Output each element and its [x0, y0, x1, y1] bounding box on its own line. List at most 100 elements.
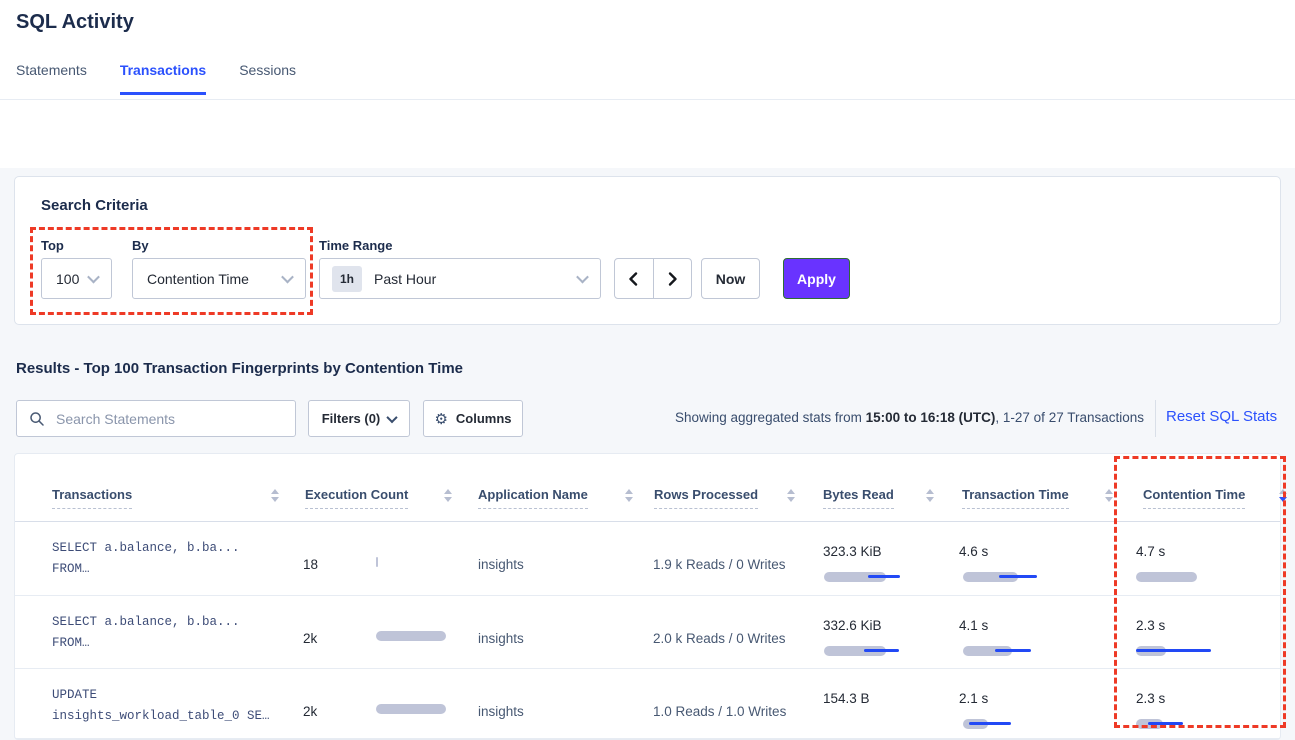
- chevron-down-icon: [87, 271, 100, 284]
- stats-suffix: , 1-27 of 27 Transactions: [995, 410, 1144, 425]
- contention-time-bar: [1136, 719, 1226, 729]
- transaction-time-value: 2.1 s: [959, 691, 988, 706]
- time-range-value: Past Hour: [374, 271, 436, 287]
- time-range-badge: 1h: [332, 266, 362, 292]
- search-criteria-card: Search Criteria Top 100 By Contention Ti…: [14, 176, 1281, 325]
- by-select-value: Contention Time: [133, 271, 249, 287]
- application-name: insights: [478, 704, 524, 719]
- bytes-read-bar: [824, 719, 914, 729]
- table-bottom-divider: [15, 738, 1280, 739]
- table-row[interactable]: SELECT a.balance, b.ba... FROM… 2k insig…: [15, 595, 1280, 669]
- vertical-divider: [1155, 400, 1156, 437]
- application-name: insights: [478, 631, 524, 646]
- execution-count: 2k: [303, 631, 317, 646]
- query-fingerprint: SELECT a.balance, b.ba...: [52, 541, 240, 555]
- rows-processed: 1.9 k Reads / 0 Writes: [653, 557, 786, 572]
- column-header-transactions[interactable]: Transactions: [52, 487, 132, 509]
- sort-icon[interactable]: [926, 489, 936, 502]
- columns-button[interactable]: ⚙ Columns: [423, 400, 523, 437]
- bytes-read-bar: [824, 646, 914, 656]
- page-title: SQL Activity: [16, 11, 134, 34]
- search-criteria-heading: Search Criteria: [41, 197, 148, 214]
- sort-icon[interactable]: [444, 489, 454, 502]
- column-header-bytes-read[interactable]: Bytes Read: [823, 487, 894, 509]
- sql-activity-page: SQL Activity Statements Transactions Ses…: [0, 0, 1295, 740]
- by-select[interactable]: Contention Time: [132, 258, 306, 299]
- transaction-time-bar: [963, 719, 1053, 729]
- contention-time-value: 2.3 s: [1136, 618, 1165, 633]
- by-label: By: [132, 238, 149, 253]
- execution-count-bar: [376, 557, 378, 567]
- application-name: insights: [478, 557, 524, 572]
- columns-label: Columns: [456, 411, 512, 426]
- column-header-transaction-time[interactable]: Transaction Time: [962, 487, 1069, 509]
- sort-icon[interactable]: [787, 489, 797, 502]
- transactions-table: Transactions Execution Count Application…: [14, 453, 1281, 740]
- time-next-button[interactable]: [654, 259, 692, 298]
- gear-icon: ⚙: [434, 410, 447, 428]
- search-statements-box: [16, 400, 296, 437]
- filters-label: Filters (0): [322, 411, 381, 426]
- column-header-contention-time[interactable]: Contention Time: [1143, 487, 1245, 509]
- bytes-read-value: 332.6 KiB: [823, 618, 882, 633]
- apply-button[interactable]: Apply: [783, 258, 850, 299]
- rows-processed: 1.0 Reads / 1.0 Writes: [653, 704, 786, 719]
- column-header-application-name[interactable]: Application Name: [478, 487, 588, 509]
- time-range-select[interactable]: 1h Past Hour: [319, 258, 601, 299]
- transaction-time-bar: [963, 572, 1053, 582]
- sort-icon[interactable]: [271, 489, 281, 502]
- top-select[interactable]: 100: [41, 258, 112, 299]
- contention-time-bar: [1136, 646, 1226, 656]
- query-fingerprint: UPDATE: [52, 688, 97, 702]
- view-toggle-bar: Transaction Fingerprints Active Executio…: [0, 100, 1295, 168]
- contention-time-value: 4.7 s: [1136, 544, 1165, 559]
- sort-icon[interactable]: [1105, 489, 1115, 502]
- execution-count-bar: [376, 631, 446, 641]
- rows-processed: 2.0 k Reads / 0 Writes: [653, 631, 786, 646]
- transaction-time-bar: [963, 646, 1053, 656]
- sort-icon-active-desc[interactable]: [1279, 489, 1289, 502]
- query-fingerprint: FROM…: [52, 562, 90, 576]
- time-prev-button[interactable]: [615, 259, 654, 298]
- filters-button[interactable]: Filters (0): [308, 400, 410, 437]
- query-fingerprint: SELECT a.balance, b.ba...: [52, 615, 240, 629]
- tab-bar: Statements Transactions Sessions: [16, 62, 296, 95]
- sort-icon[interactable]: [625, 489, 635, 502]
- now-button[interactable]: Now: [701, 258, 760, 299]
- chevron-down-icon: [281, 271, 294, 284]
- execution-count-bar: [376, 704, 446, 714]
- stats-prefix: Showing aggregated stats from: [675, 410, 866, 425]
- query-fingerprint: FROM…: [52, 636, 90, 650]
- top-select-value: 100: [42, 271, 79, 287]
- execution-count: 2k: [303, 704, 317, 719]
- reset-sql-stats-link[interactable]: Reset SQL Stats: [1166, 408, 1277, 425]
- stats-period: 15:00 to 16:18 (UTC): [866, 410, 996, 425]
- time-pager: [614, 258, 692, 299]
- query-fingerprint: insights_workload_table_0 SE…: [52, 709, 270, 723]
- time-range-label: Time Range: [319, 238, 392, 253]
- tab-transactions[interactable]: Transactions: [120, 62, 206, 95]
- transaction-time-value: 4.1 s: [959, 618, 988, 633]
- bytes-read-value: 154.3 B: [823, 691, 870, 706]
- results-heading: Results - Top 100 Transaction Fingerprin…: [16, 360, 463, 377]
- table-row[interactable]: SELECT a.balance, b.ba... FROM… 18 insig…: [15, 522, 1280, 595]
- bytes-read-bar: [824, 572, 914, 582]
- column-header-execution-count[interactable]: Execution Count: [305, 487, 408, 509]
- chevron-right-icon: [664, 271, 680, 287]
- contention-time-bar: [1136, 572, 1226, 582]
- bytes-read-value: 323.3 KiB: [823, 544, 882, 559]
- contention-time-value: 2.3 s: [1136, 691, 1165, 706]
- transaction-time-value: 4.6 s: [959, 544, 988, 559]
- chevron-down-icon: [387, 411, 398, 422]
- tab-sessions[interactable]: Sessions: [239, 62, 296, 95]
- search-icon: [30, 412, 44, 426]
- stats-summary: Showing aggregated stats from 15:00 to 1…: [540, 410, 1144, 425]
- table-row[interactable]: UPDATE insights_workload_table_0 SE… 2k …: [15, 668, 1280, 740]
- search-input[interactable]: [54, 410, 278, 428]
- execution-count: 18: [303, 557, 318, 572]
- chevron-down-icon: [576, 271, 589, 284]
- column-header-rows-processed[interactable]: Rows Processed: [654, 487, 758, 509]
- top-label: Top: [41, 238, 64, 253]
- tab-statements[interactable]: Statements: [16, 62, 87, 95]
- chevron-left-icon: [626, 271, 642, 287]
